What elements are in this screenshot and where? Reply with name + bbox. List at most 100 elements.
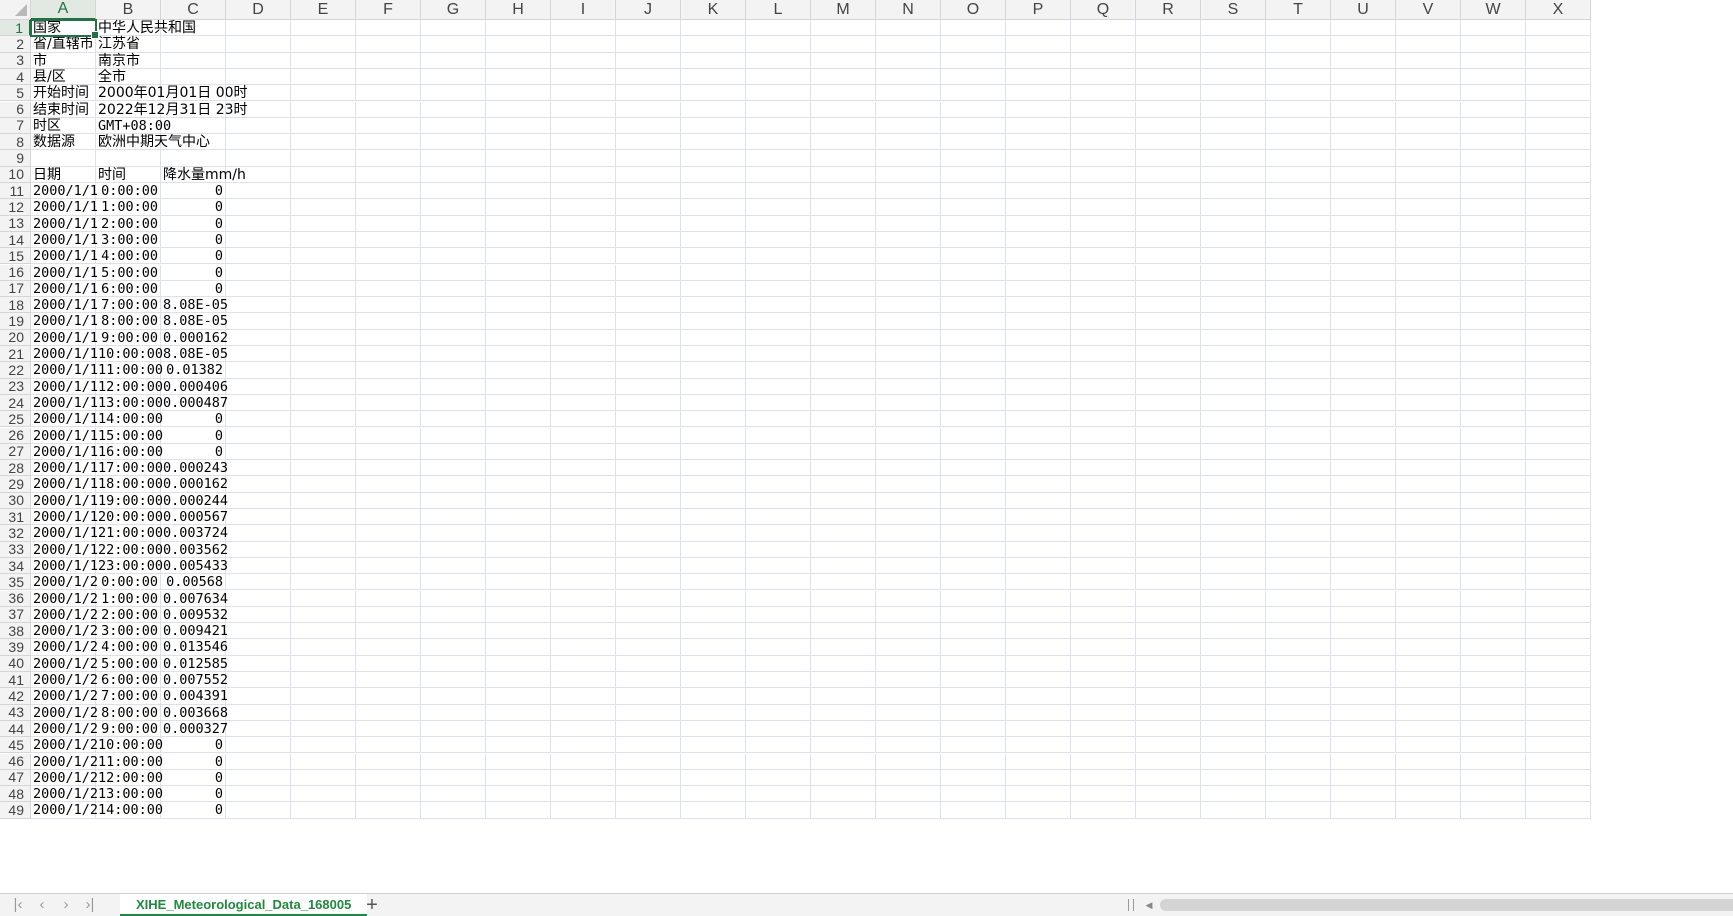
cell-n21[interactable] (876, 346, 941, 363)
cell-d9[interactable] (226, 150, 291, 167)
scroll-left-icon[interactable]: ◀ (1143, 896, 1155, 914)
cell-d17[interactable] (226, 280, 291, 298)
cell-v41[interactable] (1396, 672, 1461, 689)
cell-l1[interactable] (746, 20, 811, 37)
cell-e4[interactable] (291, 68, 356, 86)
cell-d30[interactable] (226, 492, 291, 509)
cell-n33[interactable] (876, 541, 941, 558)
cell-d38[interactable] (226, 623, 291, 640)
cell-s18[interactable] (1201, 297, 1266, 314)
cell-m27[interactable] (811, 443, 876, 461)
cell-h48[interactable] (486, 786, 551, 803)
cell-d33[interactable] (226, 541, 291, 558)
cell-l43[interactable] (746, 704, 811, 721)
cell-g30[interactable] (421, 492, 486, 509)
cell-j22[interactable] (616, 362, 681, 379)
cell-v17[interactable] (1396, 280, 1461, 298)
cell-v22[interactable] (1396, 362, 1461, 379)
cell-c41[interactable]: 0.007552 (161, 672, 228, 689)
cell-s44[interactable] (1201, 720, 1266, 738)
cell-i2[interactable] (551, 36, 616, 53)
cell-l6[interactable] (746, 101, 811, 118)
cell-b11[interactable]: 0:00:00 (96, 183, 161, 200)
cell-x39[interactable] (1526, 639, 1591, 656)
cell-k7[interactable] (681, 117, 746, 135)
cell-d12[interactable] (226, 199, 291, 216)
row-header[interactable]: 26 (0, 427, 31, 444)
cell-r1[interactable] (1136, 20, 1201, 37)
cell-e23[interactable] (291, 378, 356, 395)
cell-u1[interactable] (1331, 20, 1396, 37)
cell-g33[interactable] (421, 541, 486, 558)
cell-g10[interactable] (421, 166, 486, 183)
cell-o5[interactable] (941, 85, 1006, 102)
cell-w26[interactable] (1461, 427, 1526, 444)
cell-s39[interactable] (1201, 639, 1266, 656)
cell-v2[interactable] (1396, 36, 1461, 53)
cell-f44[interactable] (356, 720, 421, 738)
cell-g28[interactable] (421, 460, 486, 477)
cell-m13[interactable] (811, 215, 876, 232)
cell-l3[interactable] (746, 52, 811, 69)
cell-i45[interactable] (551, 737, 616, 754)
cell-o15[interactable] (941, 248, 1006, 265)
cell-h21[interactable] (486, 346, 551, 363)
cell-k40[interactable] (681, 655, 746, 672)
cell-h12[interactable] (486, 199, 551, 216)
cell-u23[interactable] (1331, 378, 1396, 395)
cell-n16[interactable] (876, 264, 941, 281)
cell-w34[interactable] (1461, 557, 1526, 575)
cell-e10[interactable] (291, 166, 356, 183)
cell-i46[interactable] (551, 753, 616, 770)
cell-x21[interactable] (1526, 346, 1591, 363)
cell-a10[interactable]: 日期 (31, 166, 96, 183)
cell-w13[interactable] (1461, 215, 1526, 232)
cell-r30[interactable] (1136, 492, 1201, 509)
cell-u22[interactable] (1331, 362, 1396, 379)
cell-r7[interactable] (1136, 117, 1201, 135)
cell-u42[interactable] (1331, 688, 1396, 705)
cell-g39[interactable] (421, 639, 486, 656)
cell-e13[interactable] (291, 215, 356, 232)
cell-v9[interactable] (1396, 150, 1461, 167)
cell-k17[interactable] (681, 280, 746, 298)
cell-g31[interactable] (421, 509, 486, 526)
cell-i32[interactable] (551, 525, 616, 542)
cell-m45[interactable] (811, 737, 876, 754)
cell-m18[interactable] (811, 297, 876, 314)
cell-q27[interactable] (1071, 443, 1136, 461)
cell-t35[interactable] (1266, 574, 1331, 591)
cell-w24[interactable] (1461, 394, 1526, 412)
cell-p11[interactable] (1006, 183, 1071, 200)
cell-k4[interactable] (681, 68, 746, 86)
cell-h14[interactable] (486, 231, 551, 249)
cell-q44[interactable] (1071, 720, 1136, 738)
cell-a3[interactable]: 市 (31, 52, 96, 69)
cell-h24[interactable] (486, 394, 551, 412)
cell-p12[interactable] (1006, 199, 1071, 216)
cell-x47[interactable] (1526, 769, 1591, 787)
cell-j23[interactable] (616, 378, 681, 395)
cell-x17[interactable] (1526, 280, 1591, 298)
cell-w42[interactable] (1461, 688, 1526, 705)
cell-w28[interactable] (1461, 460, 1526, 477)
cell-x26[interactable] (1526, 427, 1591, 444)
cell-l4[interactable] (746, 68, 811, 86)
cell-d22[interactable] (226, 362, 291, 379)
cell-f39[interactable] (356, 639, 421, 656)
cell-r18[interactable] (1136, 297, 1201, 314)
cell-v40[interactable] (1396, 655, 1461, 672)
cell-u7[interactable] (1331, 117, 1396, 135)
cell-c7[interactable] (161, 117, 226, 135)
cell-g19[interactable] (421, 313, 486, 330)
cell-w48[interactable] (1461, 786, 1526, 803)
cell-n11[interactable] (876, 183, 941, 200)
cell-s32[interactable] (1201, 525, 1266, 542)
cell-w9[interactable] (1461, 150, 1526, 167)
cell-a33[interactable]: 2000/1/1 (31, 541, 98, 558)
cell-g32[interactable] (421, 525, 486, 542)
cell-c13[interactable]: 0 (161, 215, 226, 232)
cell-q20[interactable] (1071, 329, 1136, 346)
cell-s9[interactable] (1201, 150, 1266, 167)
cell-h27[interactable] (486, 443, 551, 461)
